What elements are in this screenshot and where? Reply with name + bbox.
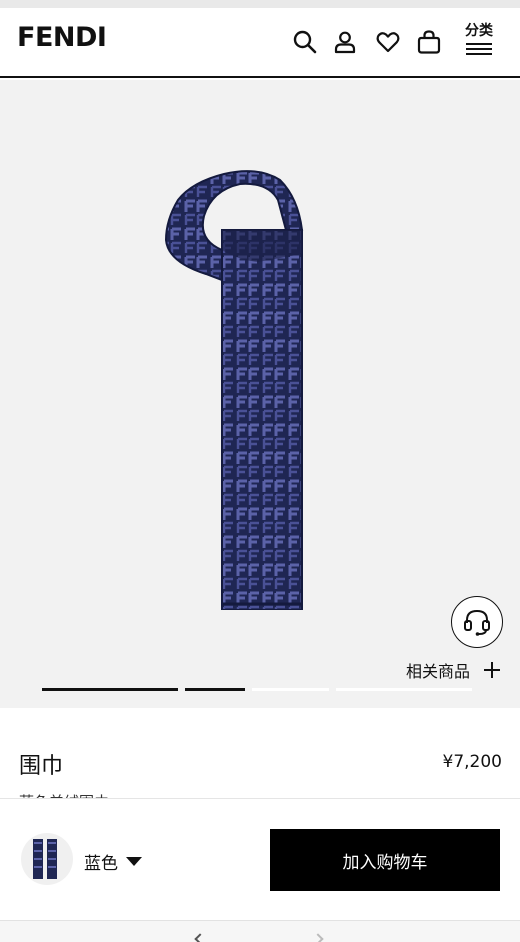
add-to-cart-button[interactable]: 加入购物车	[270, 829, 500, 891]
forward-arrow-icon[interactable]	[312, 933, 324, 942]
status-strip	[0, 0, 520, 8]
customer-service-button[interactable]	[451, 596, 503, 648]
site-header: FENDI 分类	[0, 8, 520, 78]
caret-down-icon	[126, 857, 142, 866]
product-info: 围巾 ¥7,200 蓝色羊绒围巾	[0, 708, 520, 800]
bag-icon[interactable]	[415, 28, 443, 56]
headset-icon	[464, 609, 490, 636]
product-image-scarf	[164, 170, 304, 610]
product-gallery[interactable]: 相关商品	[0, 80, 520, 708]
product-title: 围巾	[19, 754, 64, 779]
heart-icon[interactable]	[374, 28, 402, 56]
color-dropdown-value: 蓝色	[84, 854, 118, 874]
product-thumbnail	[21, 833, 73, 885]
user-icon[interactable]	[331, 28, 359, 56]
color-dropdown[interactable]: 蓝色	[84, 849, 142, 874]
related-products-label: 相关商品	[406, 662, 471, 681]
plus-icon	[484, 662, 501, 678]
fendi-logo[interactable]: FENDI	[17, 22, 107, 53]
back-arrow-icon[interactable]	[194, 933, 206, 942]
gallery-progress-segment[interactable]	[335, 688, 472, 691]
gallery-progress-segment[interactable]	[42, 688, 179, 691]
gallery-progress	[42, 688, 472, 691]
browser-nav-bar	[0, 920, 520, 942]
purchase-bar: 蓝色 加入购物车	[0, 798, 520, 920]
search-icon[interactable]	[291, 28, 319, 56]
gallery-progress-segment[interactable]	[251, 688, 329, 691]
product-price: ¥7,200	[442, 752, 502, 772]
category-menu-label: 分类	[465, 23, 493, 39]
category-menu-button[interactable]: 分类	[464, 22, 494, 62]
gallery-progress-segment[interactable]	[185, 688, 245, 691]
menu-icon	[466, 43, 492, 58]
related-products-toggle[interactable]: 相关商品	[406, 658, 501, 682]
